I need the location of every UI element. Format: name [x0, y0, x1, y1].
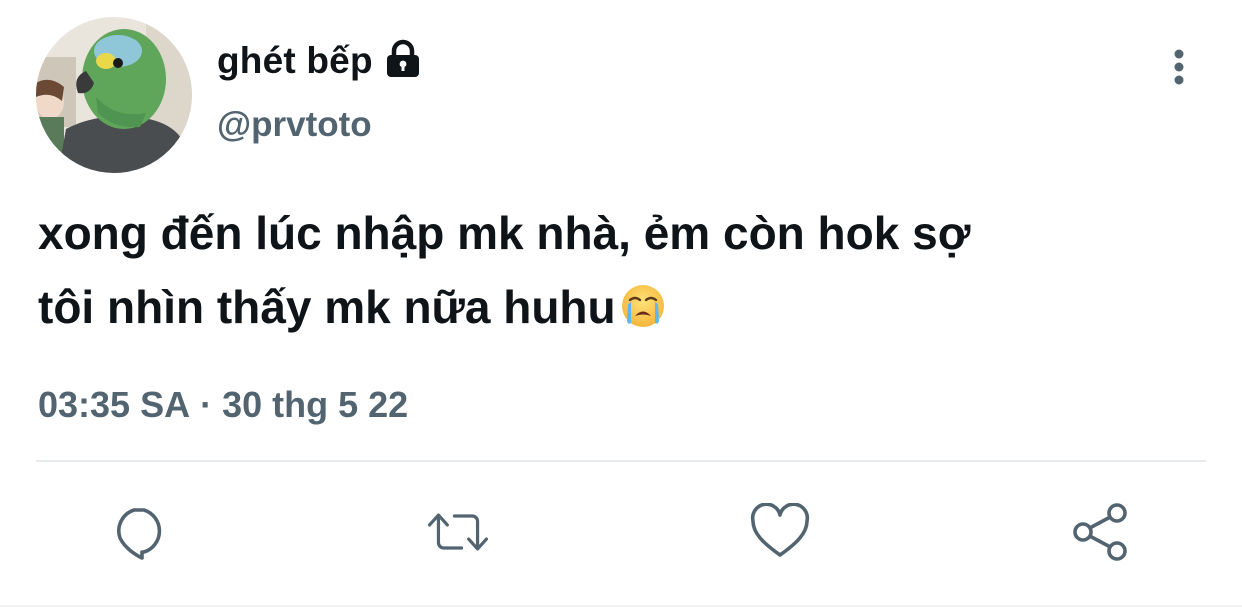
retweet-button[interactable]: [426, 500, 490, 564]
loudly-crying-face-emoji: [621, 285, 664, 327]
tweet-text-line-2: tôi nhìn thấy mk nữa huhu: [38, 281, 616, 333]
timestamp-separator: ·: [200, 384, 213, 425]
timestamp[interactable]: 03:35 SA · 30 thg 5 22: [38, 382, 408, 428]
share-icon: [1073, 503, 1127, 561]
lock-icon: [386, 39, 419, 77]
tweet-date: 30 thg 5 22: [222, 384, 409, 425]
user-handle[interactable]: @prvtoto: [217, 103, 372, 147]
more-vertical-icon: [1174, 49, 1184, 85]
retweet-icon: [427, 513, 489, 551]
bottom-divider: [0, 605, 1242, 607]
tweet-text-line-2-row: tôi nhìn thấy mk nữa huhu: [38, 270, 1208, 344]
tweet-text-line-1: xong đến lúc nhập mk nhà, ẻm còn hok sợ: [38, 207, 971, 259]
share-button[interactable]: [1068, 500, 1132, 564]
tweet-time: 03:35 SA: [38, 384, 191, 425]
reply-button[interactable]: [108, 500, 172, 564]
display-name-row: ghét bếp: [217, 38, 421, 84]
avatar-image: [36, 17, 192, 173]
more-options-button[interactable]: [1160, 44, 1198, 90]
divider: [36, 460, 1206, 462]
avatar[interactable]: [36, 17, 192, 173]
display-name[interactable]: ghét bếp: [217, 38, 373, 84]
like-button[interactable]: [748, 500, 812, 564]
tweet-text: xong đến lúc nhập mk nhà, ẻm còn hok sợ …: [38, 196, 1208, 344]
reply-icon: [117, 508, 162, 560]
heart-icon: [750, 503, 810, 557]
